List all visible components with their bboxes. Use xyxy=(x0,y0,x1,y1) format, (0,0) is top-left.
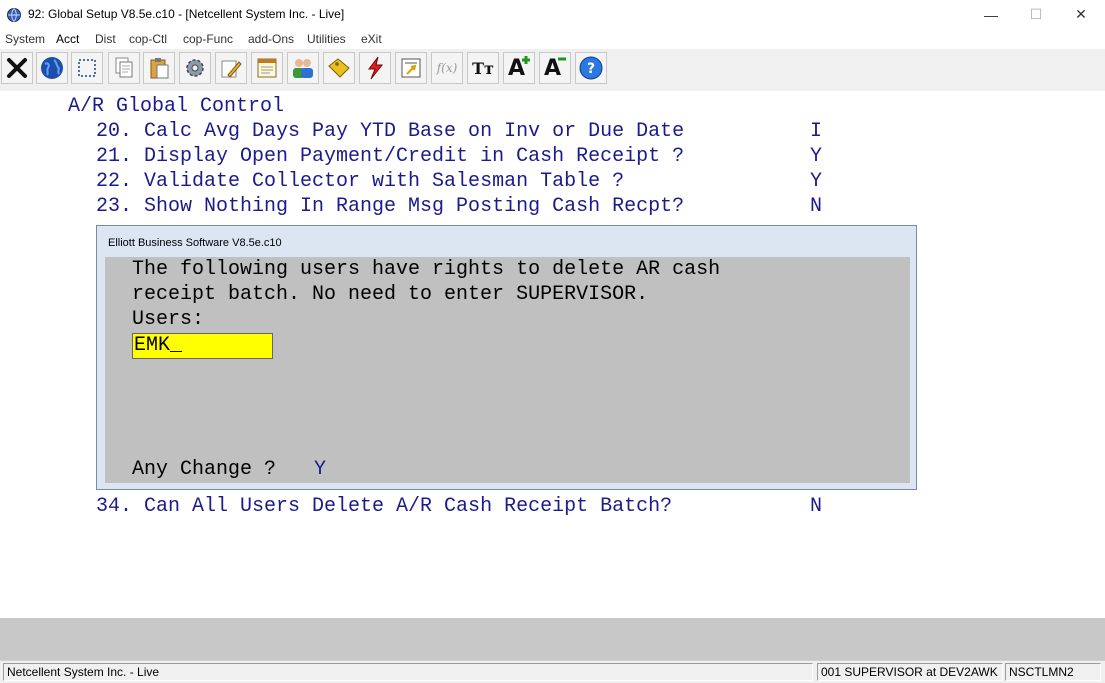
select-icon xyxy=(78,59,96,77)
menu-dist[interactable]: Dist xyxy=(95,32,116,46)
globe-tool-button[interactable] xyxy=(36,52,68,84)
setting-value-34[interactable]: N xyxy=(810,494,822,519)
any-change-value[interactable]: Y xyxy=(314,457,326,482)
status-machine: NSCTLMN2 xyxy=(1005,663,1101,681)
settings-tool-button[interactable] xyxy=(179,52,211,84)
users-dialog: Elliott Business Software V8.5e.c10 The … xyxy=(96,225,917,490)
dialog-title: Elliott Business Software V8.5e.c10 xyxy=(108,237,282,249)
maximize-button[interactable]: ☐ xyxy=(1013,0,1059,29)
edit-tool-button[interactable] xyxy=(215,52,247,84)
menu-bar: System Acct Dist cop-Ctl cop-Func add-On… xyxy=(0,29,1105,49)
menu-cop-func[interactable]: cop-Func xyxy=(183,32,233,46)
title-bar: 92: Global Setup V8.5e.c10 - [Netcellent… xyxy=(0,0,1105,29)
paste-icon xyxy=(150,58,169,79)
exit-icon xyxy=(7,58,27,78)
minimize-button[interactable]: — xyxy=(968,0,1014,29)
help-tool-button[interactable]: ? xyxy=(575,52,607,84)
users-input[interactable]: EMK_ xyxy=(132,333,273,359)
select-tool-button[interactable] xyxy=(71,52,103,84)
dialog-message-line2: receipt batch. No need to enter SUPERVIS… xyxy=(132,283,649,306)
copy-icon xyxy=(115,57,133,78)
calculator-icon xyxy=(401,58,421,78)
status-bar: Netcellent System Inc. - Live 001 SUPERV… xyxy=(0,660,1105,683)
toolbar: f(x) Tт A A ? xyxy=(0,49,1105,91)
window-title: 92: Global Setup V8.5e.c10 - [Netcellent… xyxy=(28,7,345,21)
status-user: 001 SUPERVISOR at DEV2AWK xyxy=(817,663,1003,681)
setting-line-34: 34. Can All Users Delete A/R Cash Receip… xyxy=(96,495,673,518)
status-company: Netcellent System Inc. - Live xyxy=(3,663,813,681)
font-smaller-tool-button[interactable]: A xyxy=(539,52,571,84)
setting-value-22[interactable]: Y xyxy=(810,169,822,194)
notepad-icon xyxy=(257,58,277,78)
dialog-message-line1: The following users have rights to delet… xyxy=(132,258,721,281)
calculator-tool-button[interactable] xyxy=(395,52,427,84)
menu-system[interactable]: System xyxy=(5,32,45,46)
menu-cop-ctl[interactable]: cop-Ctl xyxy=(129,32,167,46)
setting-value-21[interactable]: Y xyxy=(810,144,822,169)
exit-tool-button[interactable] xyxy=(1,52,33,84)
menu-exit[interactable]: eXit xyxy=(361,32,382,46)
screen-heading: A/R Global Control xyxy=(68,95,285,118)
setting-line-23: 23. Show Nothing In Range Msg Posting Ca… xyxy=(96,195,685,218)
globe-icon xyxy=(41,57,63,79)
notepad-tool-button[interactable] xyxy=(251,52,283,84)
font-type-icon: Tт xyxy=(472,58,494,78)
setting-line-21: 21. Display Open Payment/Credit in Cash … xyxy=(96,145,685,168)
tag-icon xyxy=(328,58,350,78)
copy-tool-button[interactable] xyxy=(108,52,140,84)
help-icon: ? xyxy=(579,56,603,80)
any-change-label: Any Change ? xyxy=(132,458,289,481)
close-button[interactable]: ✕ xyxy=(1058,0,1104,29)
font-smaller-icon: A xyxy=(544,56,566,81)
function-icon: f(x) xyxy=(436,61,458,75)
paste-tool-button[interactable] xyxy=(143,52,175,84)
font-type-tool-button[interactable]: Tт xyxy=(467,52,499,84)
setting-value-23[interactable]: N xyxy=(810,194,822,219)
lightning-tool-button[interactable] xyxy=(359,52,391,84)
users-icon xyxy=(293,59,313,78)
setting-line-20: 20. Calc Avg Days Pay YTD Base on Inv or… xyxy=(96,120,685,143)
setting-line-22: 22. Validate Collector with Salesman Tab… xyxy=(96,170,625,193)
settings-icon xyxy=(186,59,204,77)
edit-icon xyxy=(221,60,242,78)
users-tool-button[interactable] xyxy=(287,52,319,84)
menu-utilities[interactable]: Utilities xyxy=(307,32,346,46)
function-tool-button[interactable]: f(x) xyxy=(431,52,463,84)
app-globe-icon xyxy=(7,8,21,22)
font-larger-icon: A xyxy=(506,55,532,81)
setting-value-20[interactable]: I xyxy=(810,119,822,144)
lightning-icon xyxy=(368,56,384,80)
bottom-panel xyxy=(0,618,1105,660)
users-label: Users: xyxy=(132,308,205,331)
svg-text:?: ? xyxy=(587,61,595,77)
dialog-body: The following users have rights to delet… xyxy=(105,257,910,483)
menu-add-ons[interactable]: add-Ons xyxy=(248,32,294,46)
tag-tool-button[interactable] xyxy=(323,52,355,84)
font-larger-tool-button[interactable]: A xyxy=(503,52,535,84)
menu-acct[interactable]: Acct xyxy=(56,32,79,46)
